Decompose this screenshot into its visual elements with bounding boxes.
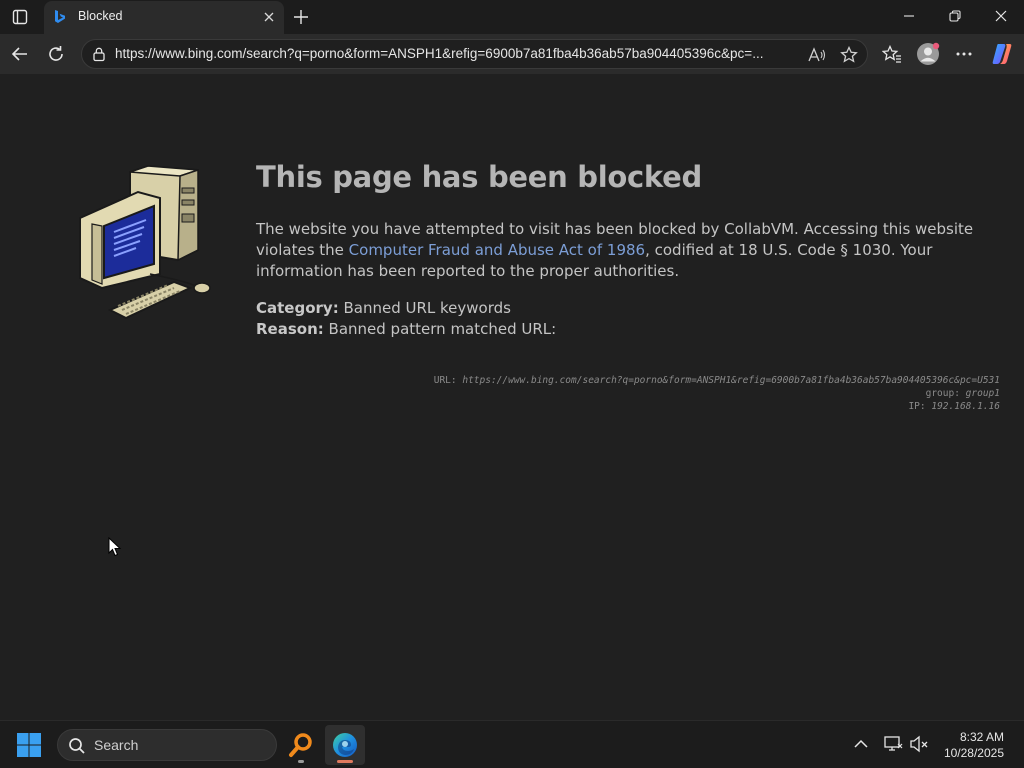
meta-url-line: URL: https://www.bing.com/search?q=porno… [434, 374, 1000, 387]
volume-muted-icon [910, 735, 928, 753]
meta-ip-label: IP: [908, 401, 926, 412]
refresh-icon [49, 46, 63, 61]
browser-toolbar: https://www.bing.com/search?q=porno&form… [0, 34, 1024, 74]
taskbar-edge-app[interactable] [325, 725, 365, 765]
category-line: Category: Banned URL keywords [256, 299, 511, 317]
plus-icon [294, 10, 308, 24]
close-icon [264, 12, 274, 22]
windows-start-icon[interactable] [16, 732, 42, 758]
window-close-button[interactable] [978, 0, 1024, 32]
refresh-button[interactable] [42, 40, 70, 68]
system-clock[interactable]: 8:32 AM 10/28/2025 [944, 729, 1004, 761]
close-icon [995, 10, 1007, 22]
tab-actions-button[interactable] [6, 4, 34, 30]
meta-group-line: group: group1 [434, 387, 1000, 400]
new-tab-button[interactable] [289, 5, 313, 29]
search-icon [69, 738, 85, 754]
magnifier-app-icon [289, 733, 312, 757]
tab-title: Blocked [78, 9, 123, 23]
page-title: This page has been blocked [256, 160, 702, 194]
app-active-indicator [337, 760, 353, 763]
reason-line: Reason: Banned pattern matched URL: [256, 320, 556, 338]
meta-url-value: https://www.bing.com/search?q=porno&form… [462, 375, 1000, 386]
taskbar: Search 8:32 AM 10/28/2025 [0, 720, 1024, 768]
settings-more-button[interactable] [950, 40, 978, 68]
mouse-cursor-icon [108, 537, 122, 557]
page-content: This page has been blocked The website y… [4, 74, 1020, 716]
copilot-button[interactable] [988, 40, 1016, 68]
meta-group-label: group: [925, 388, 960, 399]
restore-icon [949, 10, 961, 22]
app-running-indicator [298, 760, 304, 763]
tray-volume-button[interactable] [908, 733, 930, 755]
blocked-message: The website you have attempted to visit … [256, 219, 996, 282]
taskbar-search-app[interactable] [281, 725, 321, 765]
back-arrow-icon [11, 47, 27, 61]
category-label: Category: [256, 299, 339, 317]
cfaa-link[interactable]: Computer Fraud and Abuse Act of 1986 [349, 241, 645, 259]
favorite-button[interactable] [838, 44, 860, 66]
category-value: Banned URL keywords [343, 299, 511, 317]
block-metadata: URL: https://www.bing.com/search?q=porno… [434, 374, 1000, 413]
chevron-up-icon [854, 739, 868, 748]
star-icon [840, 46, 858, 63]
more-dots-icon [956, 52, 972, 56]
tab-strip: Blocked [0, 0, 1024, 34]
reason-label: Reason: [256, 320, 324, 338]
meta-ip-line: IP: 192.168.1.16 [434, 400, 1000, 413]
minimize-button[interactable] [886, 0, 932, 32]
tab-actions-icon [12, 9, 28, 25]
retro-computer-illustration [79, 164, 211, 320]
tray-network-button[interactable] [882, 733, 904, 755]
clock-date: 10/28/2025 [943, 746, 1004, 760]
lock-icon[interactable] [91, 46, 107, 62]
read-aloud-button[interactable] [806, 44, 828, 66]
network-icon [884, 736, 903, 751]
reason-value: Banned pattern matched URL: [328, 320, 557, 338]
edge-browser-icon [333, 733, 357, 757]
address-bar[interactable]: https://www.bing.com/search?q=porno&form… [81, 39, 868, 69]
meta-ip-value: 192.168.1.16 [931, 401, 1000, 412]
back-button[interactable] [6, 40, 34, 68]
minimize-icon [904, 15, 914, 17]
favorites-icon [882, 45, 901, 63]
meta-group-value: group1 [965, 388, 1000, 399]
favorites-button[interactable] [878, 40, 906, 68]
tab-active[interactable]: Blocked [44, 1, 284, 34]
copilot-icon [992, 44, 1012, 64]
meta-url-label: URL: [433, 375, 457, 386]
read-aloud-icon [808, 47, 826, 62]
restore-button[interactable] [932, 0, 978, 32]
search-label: Search [94, 737, 139, 753]
clock-time: 8:32 AM [959, 730, 1004, 744]
tab-close-button[interactable] [260, 8, 278, 26]
bing-favicon-icon [55, 10, 65, 23]
avatar [917, 42, 940, 65]
tray-overflow-button[interactable] [850, 733, 872, 755]
profile-button[interactable] [914, 40, 942, 68]
taskbar-search[interactable]: Search [57, 729, 277, 761]
url-text[interactable]: https://www.bing.com/search?q=porno&form… [115, 46, 805, 61]
